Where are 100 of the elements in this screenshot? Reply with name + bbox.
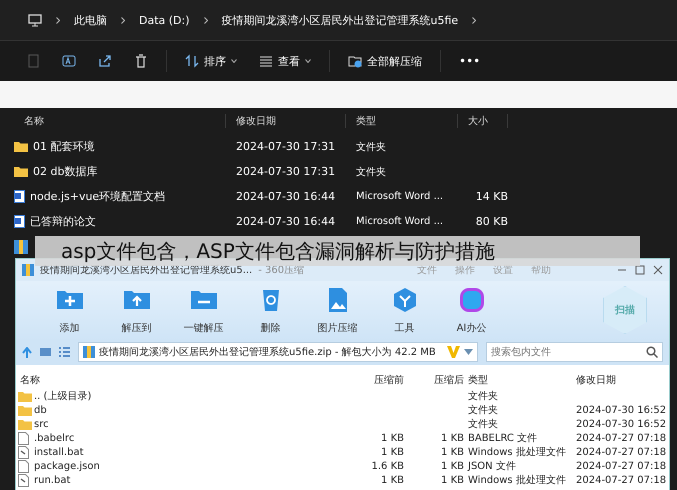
type-cell-text: Windows 批处理文件 <box>467 474 567 487</box>
document-icon <box>14 215 25 228</box>
date-cell-text: 2024-07-30 17:31 <box>235 140 336 153</box>
trash-icon <box>134 54 148 68</box>
file-name[interactable]: package.json <box>34 460 354 472</box>
monitor-icon <box>28 14 42 26</box>
toolbar-button[interactable]: 删除 <box>237 285 304 335</box>
type-cell-text: 文件夹 <box>467 404 499 417</box>
column-header[interactable]: 类型 <box>346 114 458 128</box>
type-cell-text: 文件夹 <box>467 390 499 403</box>
view-button[interactable]: 查看 <box>251 50 319 72</box>
size-cell-text: 1 KB <box>440 446 464 458</box>
size-cell-text: 1 KB <box>380 474 404 486</box>
document-icon <box>14 190 25 203</box>
column-header[interactable]: 修改日期 <box>576 373 676 387</box>
app-name: - 360压缩 <box>258 264 304 277</box>
size-cell-text: 1 KB <box>380 446 404 458</box>
dropdown-icon <box>464 349 473 355</box>
window-title: 疫情期间龙溪湾小区居民外出登记管理系统u5... <box>40 264 252 277</box>
type-cell-text: BABELRC 文件 <box>467 432 538 445</box>
search-field[interactable]: 搜索包内文件 <box>486 342 663 362</box>
chevron-icon <box>204 16 208 24</box>
address-field[interactable]: 疫情期间龙溪湾小区居民外出登记管理系统u5fie.zip - 解包大小为 42.2 MB <box>78 342 478 362</box>
caret-icon <box>305 59 311 63</box>
type-cell-text: Windows 批处理文件 <box>467 446 567 459</box>
date-cell-text: 2024-07-30 17:31 <box>235 165 336 178</box>
size-cell-text: 1 KB <box>380 432 404 444</box>
column-header[interactable]: 修改日期 <box>226 114 346 128</box>
details-view-icon <box>40 347 51 357</box>
chevron-icon <box>121 16 125 24</box>
folder-icon <box>14 141 28 152</box>
maximize-icon <box>635 265 645 275</box>
size-cell-text: 1.6 KB <box>370 460 404 472</box>
caret-icon <box>231 59 237 63</box>
column-header[interactable]: 压缩前 <box>354 373 404 387</box>
date-cell-text: 2024-07-30 16:52 <box>576 418 668 430</box>
archive-icon <box>14 240 28 254</box>
gear-file-icon <box>18 474 29 486</box>
file-name[interactable]: run.bat <box>34 474 354 486</box>
column-header[interactable]: 类型 <box>464 373 576 387</box>
breadcrumb-item[interactable]: 疫情期间龙溪湾小区居民外出登记管理系统u5fie <box>222 12 458 28</box>
toolbar-button[interactable]: 解压到 <box>103 285 170 335</box>
size-cell-text: 14 KB <box>474 190 508 203</box>
file-name[interactable]: 01 配套环境 <box>33 139 94 154</box>
share-icon <box>98 54 112 68</box>
text-icon <box>62 54 76 68</box>
file-name[interactable]: 02 db数据库 <box>33 164 98 179</box>
sort-button[interactable]: 排序 <box>177 50 245 72</box>
file-name[interactable]: node.js+vue环境配置文档 <box>30 189 166 204</box>
breadcrumb-item[interactable]: Data (D:) <box>139 14 190 26</box>
list-icon <box>259 54 273 68</box>
folder-icon <box>18 418 32 430</box>
date-cell-text: 2024-07-27 07:18 <box>576 432 668 444</box>
archive-icon <box>22 264 34 276</box>
folder-icon <box>18 390 32 402</box>
folder-icon <box>18 404 32 416</box>
chevron-icon <box>472 16 476 24</box>
size-cell-text: 1 KB <box>440 432 464 444</box>
column-header[interactable]: 压缩后 <box>404 373 464 387</box>
file-name[interactable]: 已答辩的论文 <box>30 214 96 229</box>
toolbar-button[interactable]: 工具 <box>371 285 438 335</box>
gear-file-icon <box>18 446 29 458</box>
chevron-icon <box>56 16 60 24</box>
toolbar-button[interactable]: 一键解压 <box>170 285 237 335</box>
size-cell-text: 1 KB <box>440 474 464 486</box>
archive-icon <box>83 346 95 358</box>
type-cell-text: Microsoft Word ... <box>355 216 444 227</box>
extract-button[interactable]: 全部解压缩 <box>340 50 430 72</box>
search-icon <box>646 346 658 358</box>
date-cell-text: 2024-07-30 16:44 <box>235 215 336 228</box>
date-cell-text: 2024-07-27 07:18 <box>576 446 668 458</box>
toolbar-button[interactable]: 图片压缩 <box>304 285 371 335</box>
toolbar-button[interactable]: AI办公 <box>438 285 505 335</box>
type-cell-text: 文件夹 <box>467 418 499 431</box>
column-header[interactable]: 名称 <box>20 373 354 387</box>
file-name[interactable]: src <box>34 418 354 430</box>
size-cell-text: 80 KB <box>474 215 508 228</box>
breadcrumb-item[interactable]: 此电脑 <box>74 12 107 28</box>
close-icon <box>653 265 663 275</box>
file-name[interactable]: db <box>34 404 354 416</box>
type-cell-text: JSON 文件 <box>466 460 517 473</box>
date-cell-text: 2024-07-30 16:44 <box>235 190 336 203</box>
file-icon <box>18 432 29 444</box>
type-cell-text: 文件夹 <box>355 140 387 154</box>
sort-icon <box>185 54 199 68</box>
toolbar-button[interactable]: 添加 <box>36 285 103 335</box>
file-name[interactable]: .babelrc <box>34 432 354 444</box>
up-arrow-icon <box>22 346 32 358</box>
column-header[interactable]: 名称 <box>14 114 226 128</box>
folder-icon <box>348 54 362 68</box>
type-cell-text: Microsoft Word ... <box>355 191 444 202</box>
date-cell-text: 2024-07-27 07:18 <box>576 474 668 486</box>
file-name[interactable]: install.bat <box>34 446 354 458</box>
file-name[interactable]: .. (上级目录) <box>34 389 354 403</box>
caption-banner: asp文件包含，ASP文件包含漏洞解析与防护措施 <box>35 236 640 266</box>
more-button[interactable]: ••• <box>451 50 488 72</box>
size-cell-text: 1 KB <box>440 460 464 472</box>
type-cell-text: 文件夹 <box>355 166 387 178</box>
date-cell-text: 2024-07-30 16:52 <box>576 404 668 416</box>
column-header[interactable]: 大小 <box>458 114 508 128</box>
